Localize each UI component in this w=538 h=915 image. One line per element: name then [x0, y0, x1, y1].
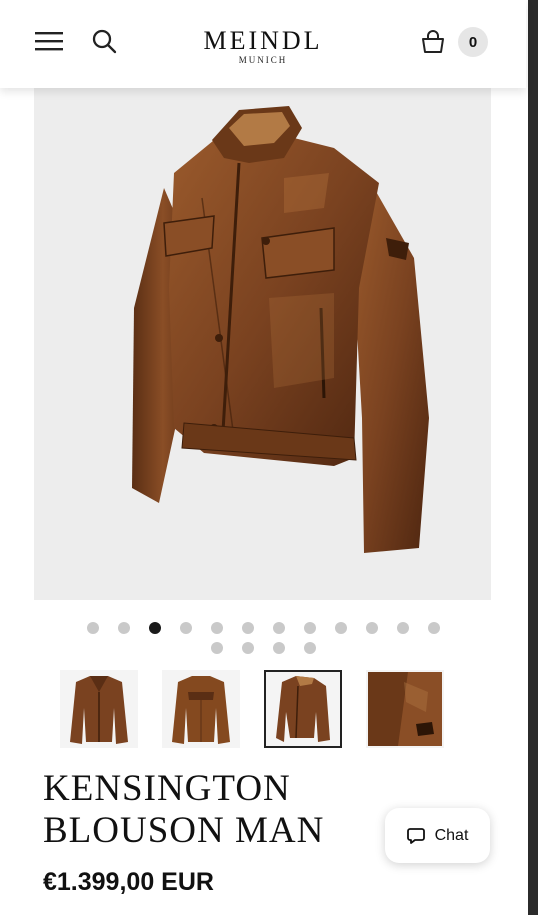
jacket-thumbnail-image — [368, 672, 442, 746]
thumbnail-back[interactable] — [162, 670, 240, 748]
cart-button[interactable] — [418, 27, 448, 57]
chat-button[interactable]: Chat — [385, 808, 490, 863]
pagination-dot[interactable] — [272, 642, 285, 654]
pagination-dot[interactable] — [210, 622, 223, 634]
cart-count-badge[interactable]: 0 — [458, 27, 488, 57]
pagination-dot[interactable] — [117, 622, 130, 634]
pagination-dot[interactable] — [427, 622, 440, 634]
chat-bubble-icon — [406, 827, 425, 844]
pagination-dot[interactable] — [210, 642, 223, 654]
pagination-dot[interactable] — [272, 622, 285, 634]
thumbnail-strip — [60, 670, 444, 748]
pagination-dot[interactable] — [303, 622, 316, 634]
pagination-dot[interactable] — [179, 622, 192, 634]
site-header: MEINDL MUNICH 0 — [0, 0, 526, 88]
leather-jacket-image — [132, 106, 429, 553]
product-price: €1.399,00 EUR — [43, 868, 214, 896]
pagination-dot[interactable] — [396, 622, 409, 634]
pagination-dot[interactable] — [241, 622, 254, 634]
pagination-dot-active[interactable] — [148, 622, 161, 634]
product-main-image[interactable] — [34, 88, 491, 600]
jacket-thumbnail-image — [70, 676, 128, 744]
thumbnail-sleeve-detail[interactable] — [366, 670, 444, 748]
thumbnail-three-quarter-selected[interactable] — [264, 670, 342, 748]
pagination-dot[interactable] — [303, 642, 316, 654]
pagination-dot[interactable] — [241, 642, 254, 654]
chat-label: Chat — [434, 826, 469, 844]
thumbnail-front[interactable] — [60, 670, 138, 748]
jacket-thumbnail-image — [172, 676, 230, 744]
product-title: KENSINGTON BLOUSON MAN — [43, 768, 325, 851]
pagination-dot[interactable] — [365, 622, 378, 634]
pagination-dot[interactable] — [334, 622, 347, 634]
jacket-thumbnail-image — [276, 676, 330, 742]
shopping-bag-icon — [422, 30, 444, 53]
window-edge — [528, 0, 538, 915]
image-pagination-dots — [78, 622, 448, 654]
pagination-dot[interactable] — [86, 622, 99, 634]
